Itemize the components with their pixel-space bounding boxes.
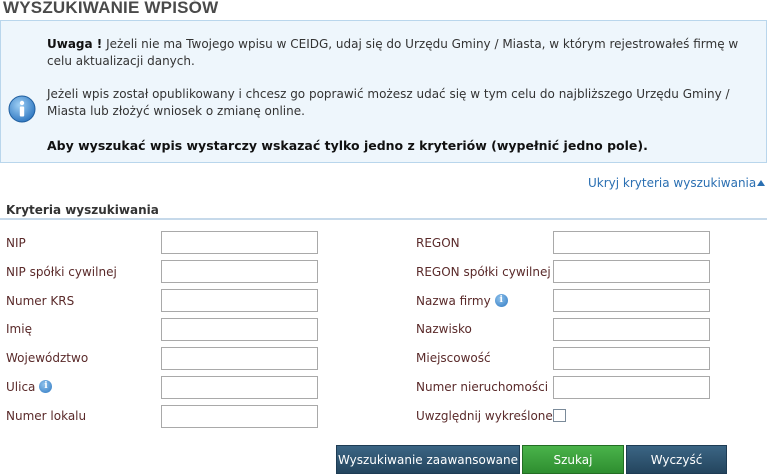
- warning-text: Uwaga ! Jeżeli nie ma Twojego wpisu w CE…: [47, 36, 747, 70]
- regon-civil-label: REGON spółki cywilnej: [416, 265, 551, 279]
- section-divider: [0, 218, 767, 220]
- warning-message: Jeżeli nie ma Twojego wpisu w CEIDG, uda…: [47, 37, 739, 68]
- street-help-icon[interactable]: i: [39, 380, 53, 393]
- regon-civil-input[interactable]: [553, 260, 710, 283]
- city-label: Miejscowość: [416, 351, 491, 365]
- company-name-input[interactable]: [553, 289, 710, 312]
- criteria-hint: Aby wyszukać wpis wystarczy wskazać tylk…: [47, 138, 648, 153]
- last-name-input[interactable]: [553, 318, 710, 341]
- warning-bold: Uwaga !: [47, 37, 103, 51]
- company-name-label-text: Nazwa firmy: [416, 294, 491, 308]
- last-name-label: Nazwisko: [416, 322, 472, 336]
- property-number-label: Numer nieruchomości: [416, 380, 549, 394]
- nip-input[interactable]: [161, 231, 318, 254]
- published-text: Jeżeli wpis został opublikowany i chcesz…: [47, 87, 730, 118]
- regon-label: REGON: [416, 236, 460, 250]
- nip-civil-label: NIP spółki cywilnej: [6, 265, 117, 279]
- street-input[interactable]: [161, 376, 318, 399]
- advanced-search-button[interactable]: Wyszukiwanie zaawansowane: [336, 445, 520, 474]
- include-deleted-label: Uwzględnij wykreślone: [416, 409, 553, 423]
- search-button[interactable]: Szukaj: [522, 445, 624, 474]
- clear-button[interactable]: Wyczyść: [626, 445, 727, 474]
- company-name-help-icon[interactable]: i: [494, 294, 508, 307]
- voivodeship-input[interactable]: [161, 347, 318, 370]
- krs-label: Numer KRS: [6, 294, 75, 308]
- property-number-input[interactable]: [553, 376, 710, 399]
- hide-criteria-link[interactable]: Ukryj kryteria wyszukiwania: [588, 176, 756, 190]
- company-name-label: Nazwa firmy i: [416, 294, 508, 308]
- include-deleted-checkbox[interactable]: [553, 409, 566, 422]
- nip-civil-input[interactable]: [161, 260, 318, 283]
- regon-input[interactable]: [553, 231, 710, 254]
- nip-label: NIP: [6, 236, 26, 250]
- info-icon: [8, 95, 36, 123]
- first-name-input[interactable]: [161, 318, 318, 341]
- unit-number-input[interactable]: [161, 405, 318, 428]
- street-label-text: Ulica: [6, 380, 36, 394]
- info-box: Uwaga ! Jeżeli nie ma Twojego wpisu w CE…: [0, 20, 767, 163]
- unit-number-label: Numer lokalu: [6, 409, 87, 423]
- street-label: Ulica i: [6, 380, 53, 394]
- krs-input[interactable]: [161, 289, 318, 312]
- first-name-label: Imię: [6, 322, 32, 336]
- page-title: WYSZUKIWANIE WPISÓW: [3, 0, 219, 17]
- voivodeship-label: Województwo: [6, 351, 89, 365]
- city-input[interactable]: [553, 347, 710, 370]
- collapse-arrow-icon[interactable]: [757, 180, 765, 186]
- section-title: Kryteria wyszukiwania: [6, 203, 159, 217]
